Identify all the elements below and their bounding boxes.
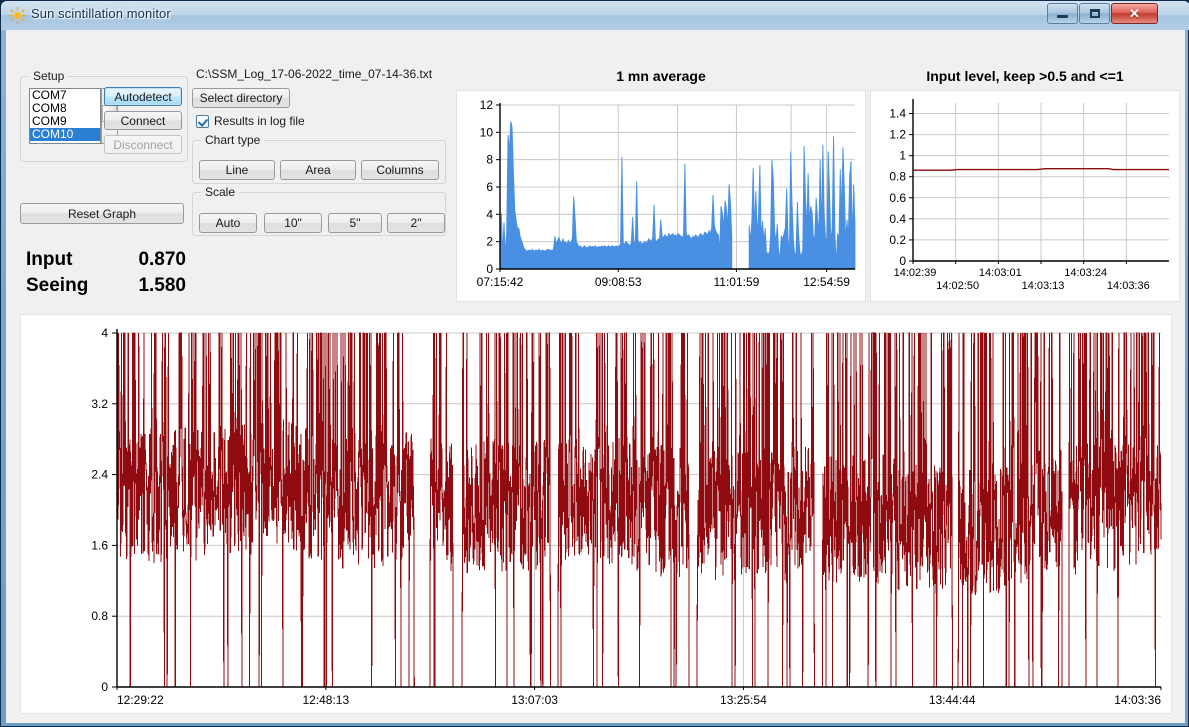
svg-text:13:07:03: 13:07:03 <box>511 693 558 707</box>
title-bar: Sun scintillation monitor ✕ <box>1 1 1189 30</box>
svg-text:4: 4 <box>101 326 108 340</box>
chart1-panel: 0 2 4 6 8 10 12 07:15:42 09:08:53 11:01:59 12:54:5… <box>456 90 866 302</box>
scale-5s-button[interactable]: 5" <box>328 213 382 233</box>
maximize-button[interactable] <box>1079 3 1110 24</box>
client-area: Setup COM7 COM8 COM9 COM10 Autodetect Co… <box>6 30 1185 723</box>
svg-text:0.8: 0.8 <box>91 609 108 623</box>
scale-auto-button[interactable]: Auto <box>199 213 257 233</box>
svg-text:0: 0 <box>486 262 493 276</box>
svg-text:0.4: 0.4 <box>889 212 906 226</box>
sun-icon <box>9 7 26 24</box>
chart-type-area-button[interactable]: Area <box>280 160 356 180</box>
svg-text:14:02:50: 14:02:50 <box>936 280 979 292</box>
scale-group-label: Scale <box>201 185 240 199</box>
main-chart-canvas[interactable]: 0 0.8 1.6 2.4 3.2 4 12:29:22 12:48:13 13:07:03 13… <box>21 315 1171 713</box>
svg-text:14:02:39: 14:02:39 <box>894 267 937 279</box>
select-directory-button[interactable]: Select directory <box>192 88 290 108</box>
scale-10s-button[interactable]: 10" <box>264 213 322 233</box>
svg-text:12:48:13: 12:48:13 <box>302 693 349 707</box>
svg-text:14:03:01: 14:03:01 <box>979 267 1022 279</box>
input-readout-value: 0.870 <box>138 249 186 270</box>
setup-group-label: Setup <box>29 69 69 83</box>
results-in-log-file-checkbox[interactable] <box>196 115 209 128</box>
svg-text:4: 4 <box>486 207 493 221</box>
com-port-list[interactable]: COM7 COM8 COM9 COM10 <box>29 88 101 144</box>
svg-text:0: 0 <box>101 680 108 694</box>
seeing-readout-value: 1.580 <box>138 275 186 296</box>
svg-text:13:44:44: 13:44:44 <box>929 693 976 707</box>
svg-text:0: 0 <box>899 254 906 268</box>
svg-text:14:03:13: 14:03:13 <box>1022 280 1065 292</box>
connect-button[interactable]: Connect <box>104 111 182 130</box>
window-title: Sun scintillation monitor <box>31 6 171 21</box>
svg-text:13:25:54: 13:25:54 <box>720 693 767 707</box>
input-readout-label: Input <box>26 249 73 270</box>
close-icon: ✕ <box>1129 5 1140 21</box>
chart-type-columns-button[interactable]: Columns <box>361 160 439 180</box>
autodetect-button[interactable]: Autodetect <box>104 87 182 106</box>
svg-text:12:29:22: 12:29:22 <box>117 693 164 707</box>
svg-text:1.4: 1.4 <box>889 107 906 121</box>
chart-type-line-button[interactable]: Line <box>199 160 275 180</box>
svg-text:10: 10 <box>480 125 494 139</box>
svg-text:1.6: 1.6 <box>91 538 108 552</box>
chart2-panel: 0 0.2 0.4 0.6 0.8 1 1.2 1.4 14:02:39 14:03:01 14:0… <box>870 90 1180 302</box>
svg-text:12:54:59: 12:54:59 <box>803 275 850 289</box>
svg-text:3.2: 3.2 <box>91 397 108 411</box>
chart2-canvas[interactable]: 00.20.40.60.811.21.414:02:39 14:03:01 14:0… <box>871 91 1179 301</box>
chart-type-group-label: Chart type <box>201 133 265 147</box>
svg-text:12: 12 <box>480 98 494 112</box>
log-file-path: C:\SSM_Log_17-06-2022_time_07-14-36.txt <box>196 67 433 81</box>
chart1-canvas[interactable]: 0 2 4 6 8 10 12 07:15:42 09:08:53 11:01:59 12:54:5… <box>457 91 865 301</box>
disconnect-button: Disconnect <box>104 135 182 154</box>
svg-text:14:03:24: 14:03:24 <box>1064 267 1107 279</box>
svg-text:07:15:42: 07:15:42 <box>477 275 524 289</box>
minimize-button[interactable] <box>1047 3 1078 24</box>
main-chart-panel: 0 0.8 1.6 2.4 3.2 4 12:29:22 12:48:13 13:07:03 13… <box>20 314 1172 714</box>
svg-text:09:08:53: 09:08:53 <box>595 275 642 289</box>
close-button[interactable]: ✕ <box>1111 3 1158 24</box>
svg-text:2.4: 2.4 <box>91 468 108 482</box>
svg-text:6: 6 <box>486 180 493 194</box>
svg-text:1: 1 <box>899 149 906 163</box>
svg-text:0.6: 0.6 <box>889 191 906 205</box>
list-item-selected[interactable]: COM10 <box>30 128 100 141</box>
scale-2s-button[interactable]: 2" <box>387 213 445 233</box>
chart1-title: 1 mn average <box>616 68 706 84</box>
svg-text:14:03:36: 14:03:36 <box>1107 280 1150 292</box>
chart2-title: Input level, keep >0.5 and <=1 <box>926 68 1124 84</box>
svg-text:11:01:59: 11:01:59 <box>714 275 760 289</box>
svg-text:0.8: 0.8 <box>889 170 906 184</box>
svg-text:14:03:36: 14:03:36 <box>1114 693 1161 707</box>
app-window: Sun scintillation monitor ✕ Setup COM7 C… <box>0 0 1189 727</box>
svg-text:0.2: 0.2 <box>889 233 906 247</box>
svg-text:2: 2 <box>486 235 493 249</box>
results-in-log-file-label: Results in log file <box>214 114 305 128</box>
reset-graph-button[interactable]: Reset Graph <box>20 203 184 224</box>
svg-text:8: 8 <box>486 153 493 167</box>
svg-text:1.2: 1.2 <box>889 128 906 142</box>
seeing-readout-label: Seeing <box>26 275 89 296</box>
